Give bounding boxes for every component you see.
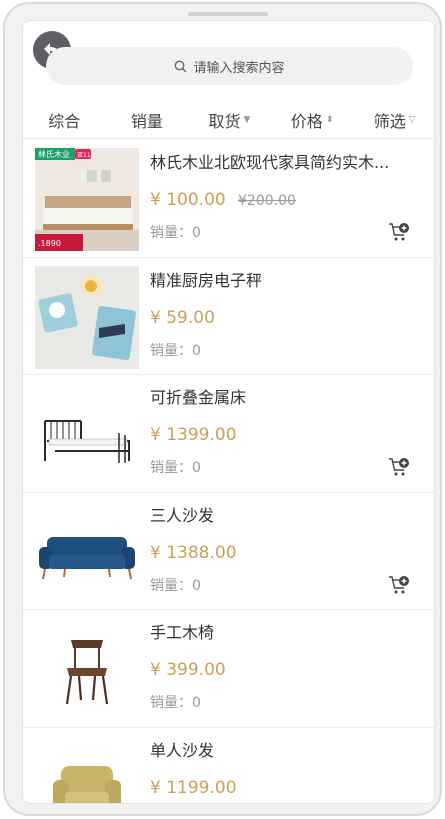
product-title: 三人沙发 (150, 505, 215, 525)
add-to-cart-icon[interactable] (388, 222, 410, 242)
speaker-grill (188, 12, 268, 16)
thumb-brand: 林氏木业 (38, 149, 70, 159)
product-image-chair (35, 618, 139, 721)
tab-pickup[interactable]: 取货 ▼ (188, 101, 271, 138)
product-price: ¥ 1388.00 (150, 542, 237, 563)
tab-label: 取货 (208, 111, 241, 131)
product-list: 林氏木业 双11 .1890 林氏木业北欧现代家具简约实木... ¥ 100.0… (23, 140, 434, 803)
product-image-sofa (35, 500, 139, 604)
product-image-metal-bed (35, 383, 139, 486)
add-to-cart-icon[interactable] (388, 457, 410, 477)
product-sales: 销量：0 (150, 342, 201, 359)
product-sales: 销量：0 (150, 577, 201, 594)
product-original-price: ¥200.00 (238, 193, 296, 209)
search-icon (175, 60, 187, 72)
product-item[interactable]: 手工木椅 ¥ 399.00 销量：0 (23, 610, 434, 728)
search-bar[interactable]: 请输入搜索内容 (46, 47, 413, 85)
product-sales: 销量：0 (150, 460, 201, 476)
tab-label: 筛选 (373, 111, 406, 131)
product-title: 单人沙发 (150, 740, 215, 760)
product-price: ¥ 1399.00 (150, 425, 237, 445)
filter-icon: ▽ (408, 114, 416, 125)
sort-tabs: 综合 销量 取货 ▼ 价格 ⬍ 筛选 ▽ (23, 101, 434, 139)
product-price: ¥ 100.00 (150, 190, 226, 210)
product-sales: 销量：0 (150, 695, 201, 711)
product-price: ¥ 59.00 (150, 307, 215, 328)
thumb-price: .1890 (38, 239, 61, 248)
product-item[interactable]: 可折叠金属床 ¥ 1399.00 销量：0 (23, 375, 434, 493)
tab-label: 销量 (130, 111, 163, 131)
add-to-cart-icon[interactable] (388, 575, 410, 595)
product-price: ¥ 1199.00 (150, 777, 237, 798)
product-item[interactable]: 林氏木业 双11 .1890 林氏木业北欧现代家具简约实木... ¥ 100.0… (23, 140, 434, 258)
product-item[interactable]: 精准厨房电子秤 ¥ 59.00 销量：0 (23, 258, 434, 375)
sort-arrows-icon: ⬍ (325, 114, 334, 125)
product-item[interactable]: 单人沙发 ¥ 1199.00 (23, 728, 434, 803)
product-image-scale (35, 265, 139, 369)
phone-frame: 请输入搜索内容 综合 销量 取货 ▼ 价格 ⬍ 筛选 ▽ 林氏木业 双11 .1… (3, 2, 442, 816)
product-sales: 销量：0 (150, 225, 201, 241)
product-image-armchair (35, 735, 139, 803)
tab-sales[interactable]: 销量 (106, 101, 189, 138)
tab-comprehensive[interactable]: 综合 (23, 101, 106, 138)
tab-price[interactable]: 价格 ⬍ (271, 101, 354, 138)
screen: 请输入搜索内容 综合 销量 取货 ▼ 价格 ⬍ 筛选 ▽ 林氏木业 双11 .1… (22, 20, 435, 804)
search-placeholder: 请输入搜索内容 (193, 60, 285, 76)
product-item[interactable]: 三人沙发 ¥ 1388.00 销量：0 (23, 493, 434, 610)
tab-filter[interactable]: 筛选 ▽ (353, 101, 434, 138)
tab-label: 价格 (290, 111, 323, 131)
thumb-badge: 双11 (77, 152, 91, 159)
product-title: 可折叠金属床 (150, 388, 247, 407)
product-title: 精准厨房电子秤 (150, 270, 263, 290)
dropdown-caret-icon: ▼ (243, 114, 251, 125)
product-image-bed: 林氏木业 双11 .1890 (35, 148, 139, 251)
product-title: 林氏木业北欧现代家具简约实木... (150, 153, 390, 172)
tab-label: 综合 (48, 111, 81, 131)
product-price: ¥ 399.00 (150, 660, 226, 680)
product-title: 手工木椅 (150, 623, 215, 642)
